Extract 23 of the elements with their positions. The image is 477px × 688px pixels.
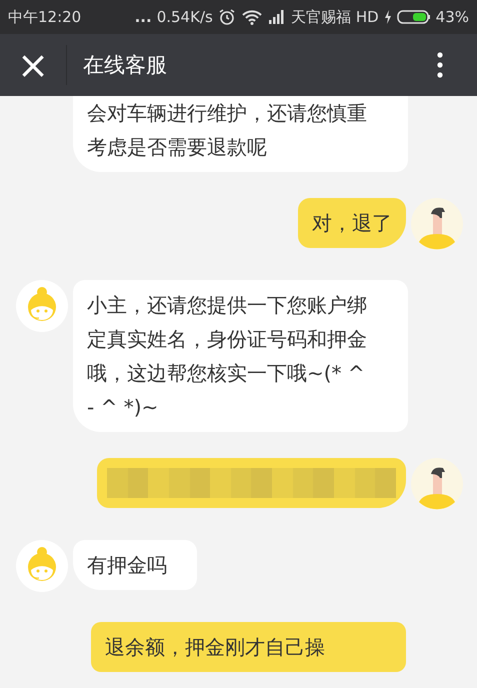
chat-title: 在线客服 [83,52,168,79]
alarm-icon [218,8,236,26]
carrier-name: 天官赐福 [290,8,351,26]
charging-icon [384,10,392,24]
user-avatar-icon [411,198,463,250]
agent-message-bubble: 有押金吗 [73,540,197,590]
status-dots: ... [134,8,152,26]
agent-message-bubble: 会对车辆进行维护，还请您慎重考虑是否需要退款呢 [73,96,408,172]
user-avatar-icon [411,458,463,510]
user-message-bubble: 对，退了 [298,198,406,248]
wifi-icon [240,9,263,25]
status-time: 中午12:20 [8,8,82,26]
agent-avatar-icon [16,280,68,332]
more-menu-icon[interactable] [437,52,443,78]
signal-icon [268,10,286,24]
battery-icon [396,9,431,25]
battery-percent: 43% [436,8,469,26]
agent-avatar-icon [16,540,68,592]
network-type: HD [356,8,379,26]
user-message-bubble: 退余额，押金刚才自己操 [91,622,406,672]
close-button[interactable]: × [0,46,66,84]
agent-message-bubble: 小主，还请您提供一下您账户绑定真实姓名，身份证号码和押金哦，这边帮您核实一下哦~(* ^ - ^ *)~ [73,280,408,432]
network-speed: 0.54K/s [156,8,213,26]
